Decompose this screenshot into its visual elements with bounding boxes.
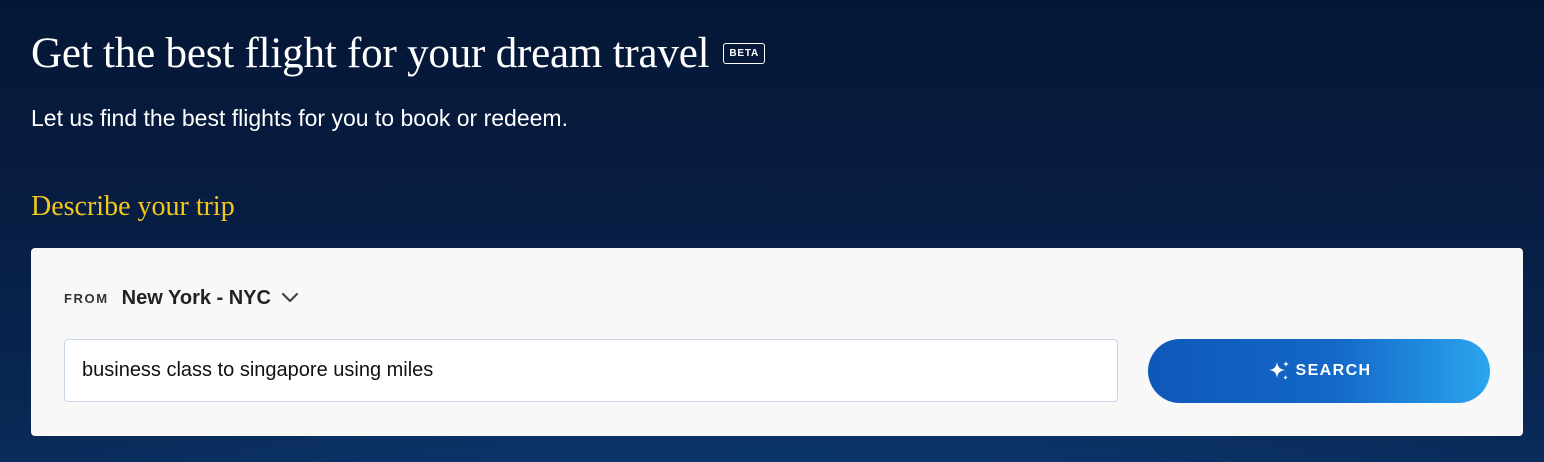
page-subtitle: Let us find the best flights for you to … [31,105,568,131]
from-value: New York - NYC [121,286,271,309]
hero-title-row: Get the best flight for your dream trave… [31,28,766,80]
trip-query-field [64,339,1118,402]
describe-trip-heading: Describe your trip [31,191,235,222]
beta-badge: BETA [723,42,766,64]
from-label: FROM [64,290,109,306]
page-title: Get the best flight for your dream trave… [31,30,710,77]
from-dropdown[interactable]: FROM New York - NYC [64,285,300,311]
trip-query-input[interactable] [65,340,1117,401]
search-card: FROM New York - NYC SEARCH [31,248,1523,436]
search-button[interactable]: SEARCH [1148,339,1490,403]
sparkle-icon [1267,359,1291,383]
chevron-down-icon[interactable] [280,288,300,308]
search-button-label: SEARCH [1295,362,1372,379]
